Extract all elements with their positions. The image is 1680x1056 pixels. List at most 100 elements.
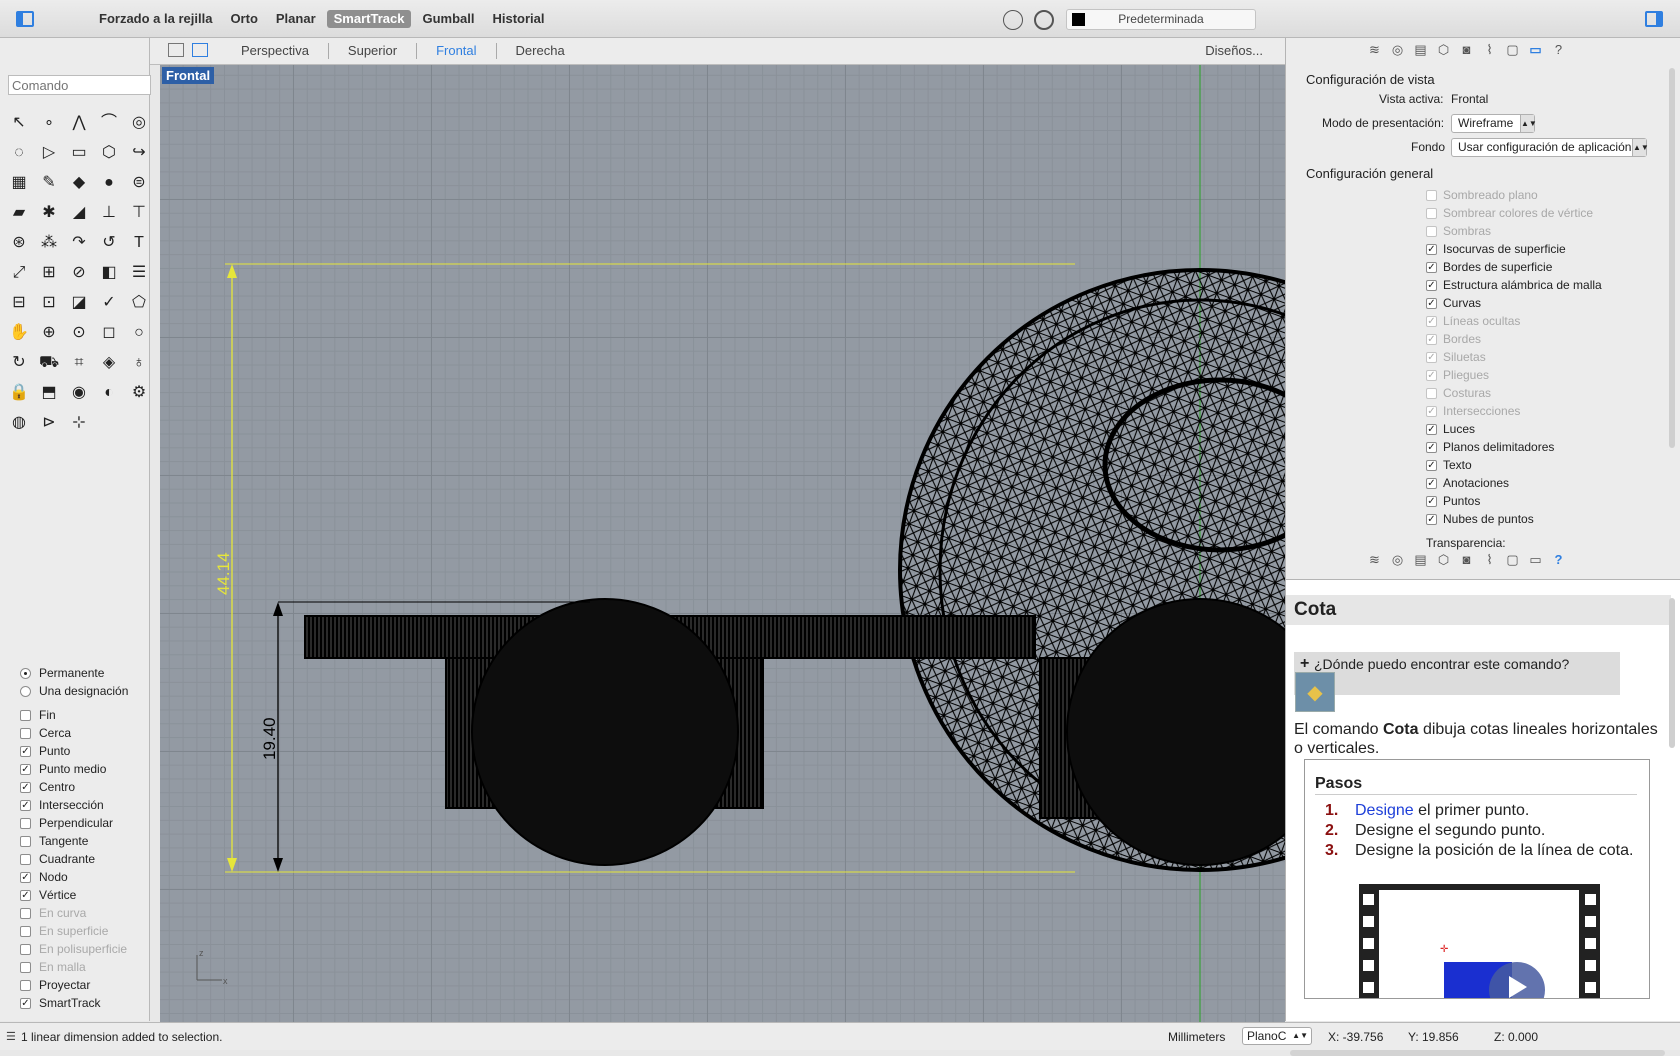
osnap-punto[interactable]: ✓ Punto — [20, 742, 128, 760]
osnap-filter-icon[interactable] — [1003, 10, 1023, 30]
tool-material-icon[interactable]: ◪ — [64, 288, 94, 318]
tab-derecha[interactable]: Derecha — [495, 43, 584, 59]
display-panel-scrollbar[interactable] — [1669, 68, 1675, 448]
tool-grid-icon[interactable]: ⊡ — [34, 288, 64, 318]
help-horizontal-scrollbar[interactable] — [1290, 1050, 1665, 1056]
layouts-button[interactable]: Diseños... — [1205, 43, 1263, 58]
panel-tab-properties-icon[interactable]: ◎ — [1389, 41, 1406, 58]
record-history-icon[interactable] — [1034, 10, 1054, 30]
tool-undo-icon[interactable]: ↻ — [4, 348, 34, 378]
checkbox[interactable]: ✓ — [20, 871, 31, 883]
tool-zoom-window-icon[interactable]: ◻ — [94, 318, 124, 348]
tool-text-icon[interactable]: T — [124, 228, 154, 258]
tool-edit-surface-icon[interactable]: ✎ — [34, 168, 64, 198]
tool-block-icon[interactable]: ⊟ — [4, 288, 34, 318]
dimension-44-text[interactable]: 44.14 — [214, 552, 234, 595]
video-thumbnail[interactable]: ✛ — [1359, 884, 1600, 998]
panel-tab-help-icon[interactable]: ? — [1550, 551, 1567, 568]
toggle-smarttrack[interactable]: SmartTrack — [326, 10, 412, 28]
tool-group-icon[interactable]: ⁂ — [34, 228, 64, 258]
current-layer-selector[interactable]: Predeterminada — [1066, 9, 1256, 30]
display-option-6[interactable]: ✓ Curvas — [1426, 294, 1602, 312]
tool-color-icon[interactable]: ◉ — [64, 378, 94, 408]
left-sidebar-toggle-icon[interactable] — [16, 11, 34, 27]
list-icon[interactable]: ☰ — [6, 1030, 16, 1043]
checkbox[interactable]: ✓ — [20, 781, 31, 793]
tool-layers-icon[interactable]: ◧ — [94, 258, 124, 288]
tool-select-icon[interactable]: ↖ — [4, 108, 34, 138]
panel-tab-textures-icon[interactable]: ⌇ — [1481, 551, 1498, 568]
checkbox[interactable]: ✓ — [1426, 459, 1437, 471]
checkbox[interactable] — [20, 853, 31, 865]
cplane-selector[interactable]: PlanoC ▲▼ — [1242, 1027, 1312, 1045]
faq-expander[interactable]: + ¿Dónde puedo encontrar este comando? — [1294, 652, 1620, 695]
osnap-punto-medio[interactable]: ✓ Punto medio — [20, 760, 128, 778]
checkbox[interactable] — [20, 727, 31, 739]
viewport-title[interactable]: Frontal — [162, 67, 215, 84]
tab-perspectiva[interactable]: Perspectiva — [222, 43, 328, 59]
tool-zoom-extents-icon[interactable]: ○ — [124, 318, 154, 348]
tool-sun-icon[interactable]: ◍ — [4, 408, 34, 438]
tool-pan-icon[interactable]: ✋ — [4, 318, 34, 348]
tool-sphere-icon[interactable]: ● — [94, 168, 124, 198]
panel-tab-layout-icon[interactable]: ▢ — [1504, 41, 1521, 58]
tool-render-icon[interactable]: ◐ — [94, 378, 124, 408]
checkbox[interactable]: ✓ — [20, 997, 31, 1009]
osnap-mode-0[interactable]: Permanente — [20, 664, 128, 682]
osnap-intersección[interactable]: ✓ Intersección — [20, 796, 128, 814]
display-option-15[interactable]: ✓ Texto — [1426, 456, 1602, 474]
tool-sweep-icon[interactable]: ✱ — [34, 198, 64, 228]
units-label[interactable]: Millimeters — [1168, 1030, 1225, 1044]
tool-offset-icon[interactable]: ↷ — [64, 228, 94, 258]
viewport-layout-grid-icon[interactable] — [168, 43, 184, 57]
checkbox[interactable] — [20, 817, 31, 829]
panel-tab-object-icon[interactable]: ⬡ — [1435, 551, 1452, 568]
tool-polyline-icon[interactable]: ⋀ — [64, 108, 94, 138]
tool-gumball-icon[interactable]: ⊹ — [64, 408, 94, 438]
checkbox[interactable]: ✓ — [1426, 477, 1437, 489]
panel-tab-display-icon[interactable]: ▭ — [1527, 41, 1544, 58]
checkbox[interactable]: ✓ — [20, 889, 31, 901]
tool-cylinder-icon[interactable]: ⊜ — [124, 168, 154, 198]
toggle-historial[interactable]: Historial — [485, 10, 551, 28]
tool-curve-icon[interactable]: ⌒ — [94, 108, 124, 138]
checkbox[interactable]: ✓ — [20, 799, 31, 811]
help-scrollbar[interactable] — [1669, 598, 1675, 748]
osnap-perpendicular[interactable]: Perpendicular — [20, 814, 128, 832]
checkbox[interactable]: ✓ — [1426, 495, 1437, 507]
tool-rotate-icon[interactable]: ↺ — [94, 228, 124, 258]
tab-frontal[interactable]: Frontal — [416, 43, 495, 59]
toggle-orto[interactable]: Orto — [223, 10, 264, 28]
tool-extrude-icon[interactable]: ▰ — [4, 198, 34, 228]
tool-boolean-icon[interactable]: ⊛ — [4, 228, 34, 258]
tool-light-icon[interactable]: ♁ — [124, 348, 154, 378]
display-option-13[interactable]: ✓ Luces — [1426, 420, 1602, 438]
tool-check-icon[interactable]: ✓ — [94, 288, 124, 318]
panel-tab-layout-icon[interactable]: ▢ — [1504, 551, 1521, 568]
osnap-nodo[interactable]: ✓ Nodo — [20, 868, 128, 886]
right-sidebar-toggle-icon[interactable] — [1645, 11, 1663, 27]
checkbox[interactable] — [20, 709, 31, 721]
panel-tab-document-icon[interactable]: ▤ — [1412, 551, 1429, 568]
checkbox[interactable]: ✓ — [20, 763, 31, 775]
osnap-cerca[interactable]: Cerca — [20, 724, 128, 742]
tool-arc-icon[interactable]: ▷ — [34, 138, 64, 168]
osnap-mode-1[interactable]: Una designación — [20, 682, 128, 700]
panel-tab-textures-icon[interactable]: ⌇ — [1481, 41, 1498, 58]
panel-tab-properties-icon[interactable]: ◎ — [1389, 551, 1406, 568]
display-mode-select[interactable]: Wireframe ▲▼ — [1451, 114, 1537, 133]
tool-zoom-icon[interactable]: ⊕ — [34, 318, 64, 348]
display-option-17[interactable]: ✓ Puntos — [1426, 492, 1602, 510]
tool-car-icon[interactable]: ⛟ — [34, 348, 64, 378]
panel-tab-help-icon[interactable]: ? — [1550, 41, 1567, 58]
panel-tab-layers-icon[interactable]: ≋ — [1366, 41, 1383, 58]
osnap-vértice[interactable]: ✓ Vértice — [20, 886, 128, 904]
command-input[interactable] — [8, 75, 151, 95]
tool-polygon-icon[interactable]: ⬡ — [94, 138, 124, 168]
checkbox[interactable]: ✓ — [1426, 513, 1437, 525]
tool-point-icon[interactable]: ∘ — [34, 108, 64, 138]
checkbox[interactable]: ✓ — [20, 745, 31, 757]
tool-annotation-icon[interactable]: ◈ — [94, 348, 124, 378]
dimension-19-text[interactable]: 19.40 — [260, 717, 280, 760]
toggle-forzado-a-la-rejilla[interactable]: Forzado a la rejilla — [92, 10, 219, 28]
